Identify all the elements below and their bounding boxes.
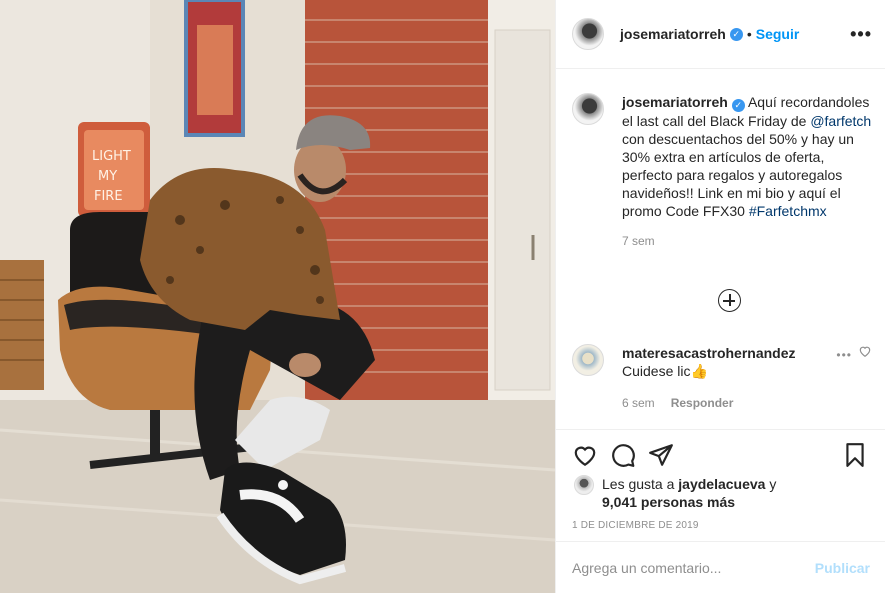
follow-button[interactable]: Seguir	[756, 26, 800, 42]
svg-text:FIRE: FIRE	[94, 189, 123, 204]
publish-button[interactable]: Publicar	[815, 560, 870, 576]
likes-count[interactable]: 9,041 personas más	[602, 494, 735, 510]
caption-username[interactable]: josemariatorreh	[622, 94, 728, 110]
comment-input[interactable]	[572, 560, 815, 576]
reply-button[interactable]: Responder	[671, 396, 734, 410]
comments-section: josemariatorreh ✓ Aquí recordandoles el l…	[556, 69, 885, 429]
paper-plane-icon[interactable]	[648, 442, 674, 468]
caption-meta: 7 sem	[622, 234, 872, 248]
comment-item: materesacastrohernandez Cuidese lic👍 6 s…	[572, 344, 872, 412]
instagram-post: LIGHT MY FIRE josemariatorreh ✓ • Seguir…	[0, 0, 885, 593]
caption-time[interactable]: 7 sem	[622, 234, 655, 248]
comment-username[interactable]: materesacastrohernandez	[622, 344, 796, 362]
caption-block: josemariatorreh ✓ Aquí recordandoles el l…	[604, 93, 872, 248]
caption-verified-badge-icon: ✓	[731, 99, 745, 112]
actions-section: Les gusta a jaydelacueva y 9,041 persona…	[556, 429, 885, 593]
caption-text: josemariatorreh ✓ Aquí recordandoles el l…	[622, 93, 872, 220]
svg-text:LIGHT: LIGHT	[92, 149, 131, 164]
bookmark-icon[interactable]	[842, 442, 868, 468]
comment-composer: Publicar	[556, 541, 885, 593]
likes-connector: y	[765, 476, 777, 492]
caption-mention-link[interactable]: @farfetch	[810, 113, 871, 129]
comment-like-heart-icon[interactable]	[858, 344, 872, 358]
post-photo[interactable]: LIGHT MY FIRE	[0, 0, 555, 593]
comment-body: Cuidese lic👍	[622, 363, 708, 379]
comment-more-icon[interactable]: •••	[836, 348, 852, 362]
comment-text-block: materesacastrohernandez Cuidese lic👍 6 s…	[622, 344, 796, 412]
post-photo-illustration: LIGHT MY FIRE	[0, 0, 555, 593]
liker-username[interactable]: jaydelacueva	[678, 476, 765, 492]
caption-author-avatar[interactable]	[572, 93, 604, 125]
svg-text:MY: MY	[98, 169, 117, 184]
liker-avatar[interactable]	[574, 475, 594, 495]
plus-circle-icon[interactable]	[718, 289, 741, 312]
more-options-icon[interactable]: •••	[850, 24, 872, 45]
comment-meta: 6 sem Responder	[622, 394, 796, 412]
post-side-panel: josemariatorreh ✓ • Seguir ••• josemaria…	[555, 0, 885, 593]
post-header: josemariatorreh ✓ • Seguir •••	[556, 0, 885, 69]
comment-icon[interactable]	[610, 442, 636, 468]
header-separator: •	[746, 26, 752, 42]
comment-time[interactable]: 6 sem	[622, 396, 655, 410]
likes-text: Les gusta a jaydelacueva y 9,041 persona…	[602, 475, 776, 511]
likes-summary: Les gusta a jaydelacueva y 9,041 persona…	[574, 475, 776, 511]
author-avatar[interactable]	[572, 18, 604, 50]
heart-icon[interactable]	[572, 442, 598, 468]
verified-badge-icon: ✓	[729, 27, 743, 41]
post-date[interactable]: 1 DE DICIEMBRE DE 2019	[572, 520, 699, 531]
caption-hashtag-link[interactable]: #Farfetchmx	[749, 203, 827, 219]
caption-row: josemariatorreh ✓ Aquí recordandoles el l…	[572, 93, 872, 248]
action-bar	[572, 442, 872, 468]
author-username[interactable]: josemariatorreh	[620, 26, 726, 42]
likes-prefix: Les gusta a	[602, 476, 679, 492]
commenter-avatar[interactable]	[572, 344, 604, 376]
